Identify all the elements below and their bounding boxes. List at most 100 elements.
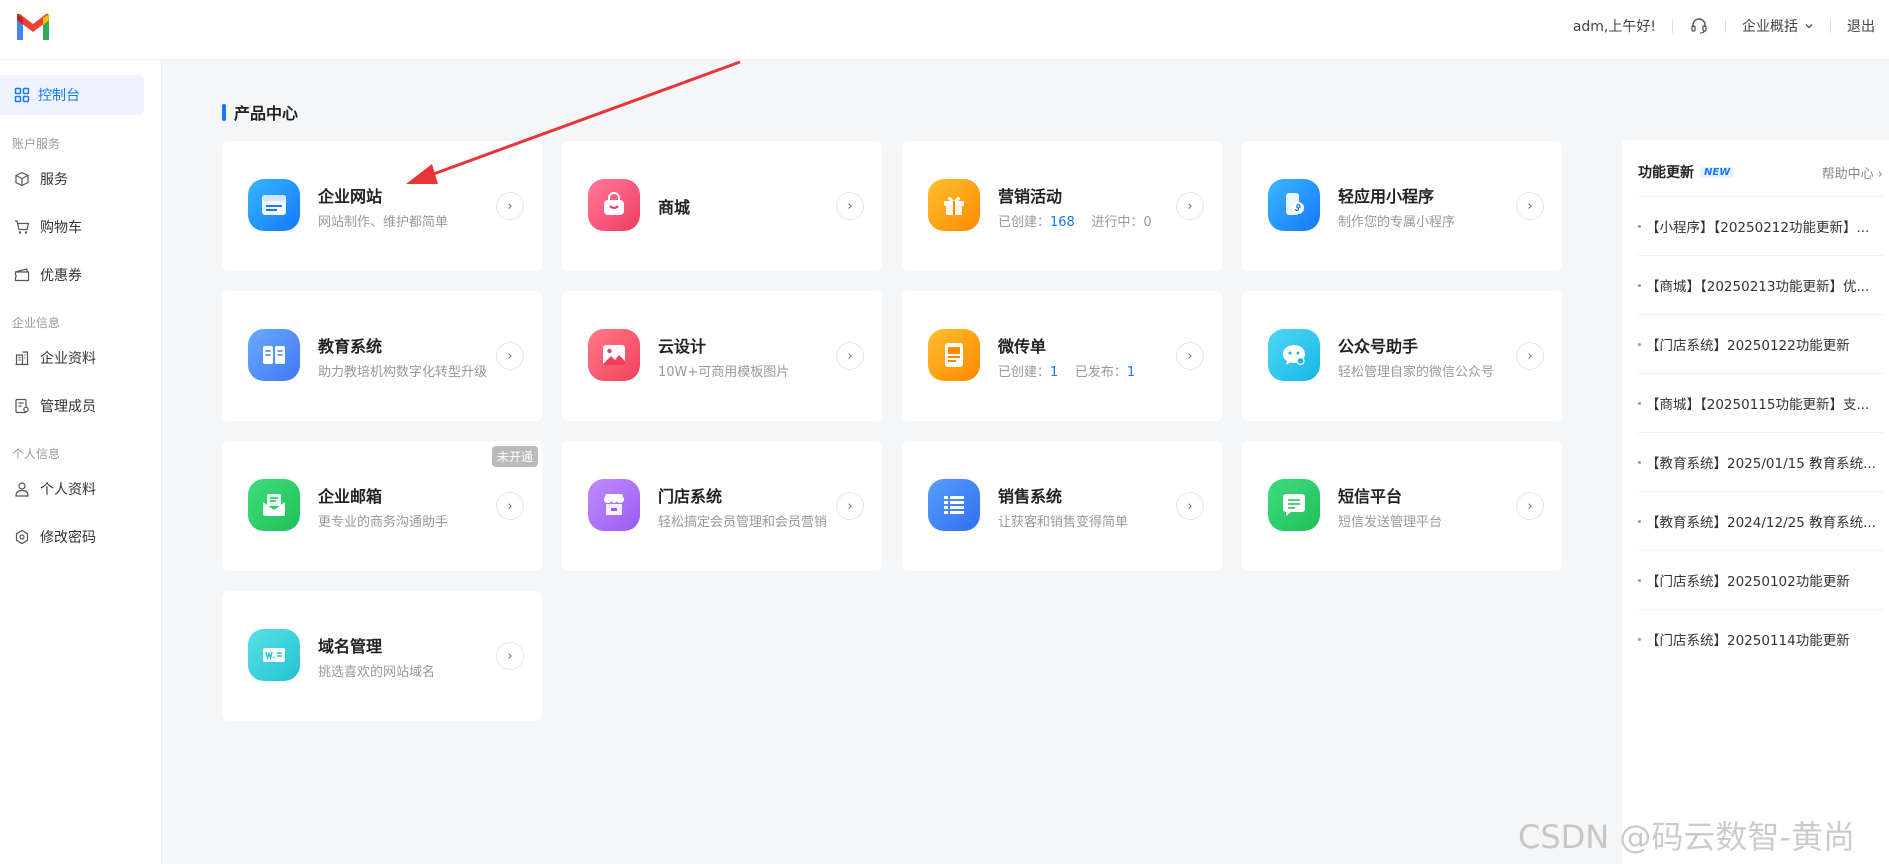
wechat-chat-icon [1268,329,1320,381]
product-card-mall[interactable]: 商城 › [562,141,882,271]
sidebar-item-service[interactable]: 服务 [0,162,144,196]
card-title: 营销活动 [998,187,1063,206]
chevron-right-icon[interactable]: › [1516,492,1544,520]
sidebar-group-enterprise: 企业信息 [12,316,61,330]
published-count: 1 [1126,365,1136,380]
gmail-logo[interactable] [14,12,52,42]
mini-program-icon [1268,179,1320,231]
bullet [1638,342,1641,346]
product-card-website[interactable]: 企业网站 网站制作、维护都简单 › [222,141,542,271]
chevron-down-icon [1805,24,1813,29]
chevron-right-icon[interactable]: › [836,192,864,220]
sidebar-item-change-password[interactable]: 修改密码 [0,520,144,554]
sidebar-item-enterprise-info[interactable]: 企业资料 [0,341,144,375]
list-icon [928,479,980,531]
update-text: 【门店系统】20250114功能更新 [1646,633,1850,649]
sidebar-item-label: 服务 [40,172,68,188]
headset-icon[interactable] [1689,16,1709,36]
chevron-right-icon[interactable]: › [836,342,864,370]
logout-link[interactable]: 退出 [1847,16,1875,36]
update-item[interactable]: 【商城】【20250115功能更新】支... [1638,373,1883,432]
chevron-right-icon[interactable]: › [1176,492,1204,520]
title-accent-bar [222,103,226,121]
sidebar-item-profile[interactable]: 个人资料 [0,472,144,506]
sidebar-item-console[interactable]: 控制台 [0,75,144,115]
update-item[interactable]: 【门店系统】20250122功能更新 [1638,314,1883,373]
card-desc: 制作您的专属小程序 [1338,215,1456,230]
chevron-right-icon[interactable]: › [496,192,524,220]
sidebar-item-label: 控制台 [38,88,80,104]
chevron-right-icon[interactable]: › [496,642,524,670]
store-icon [588,479,640,531]
help-center-link[interactable]: 帮助中心 › [1822,163,1883,182]
chevron-right-icon[interactable]: › [1516,342,1544,370]
product-card-education[interactable]: 教育系统 助力教培机构数字化转型升级 › [222,291,542,421]
bullet [1638,578,1641,582]
update-text: 【商城】【20250213功能更新】优... [1646,279,1870,295]
card-desc: 网站制作、维护都简单 [318,215,449,230]
sidebar-item-label: 修改密码 [40,530,96,546]
card-title: 门店系统 [658,487,723,506]
update-text: 【教育系统】2025/01/15 教育系统... [1646,456,1876,472]
members-icon [15,398,29,414]
product-card-store[interactable]: 门店系统 轻松搞定会员管理和会员营销 › [562,441,882,571]
chevron-right-icon[interactable]: › [1176,342,1204,370]
update-item[interactable]: 【教育系统】2025/01/15 教育系统... [1638,432,1883,491]
product-card-wechat-assistant[interactable]: 公众号助手 轻松管理自家的微信公众号 › [1242,291,1562,421]
chevron-right-icon[interactable]: › [496,492,524,520]
sidebar-group-account: 账户服务 [12,137,61,151]
product-card-flyer[interactable]: 微传单 已创建：1 已发布：1 › [902,291,1222,421]
mail-icon [248,479,300,531]
lock-settings-icon [15,529,29,545]
enterprise-menu[interactable]: 企业概括 [1742,16,1814,36]
card-title: 销售系统 [998,487,1063,506]
coupon-icon [14,268,30,282]
product-card-domain[interactable]: 域名管理 挑选喜欢的网站域名 › [222,591,542,721]
book-icon [248,329,300,381]
card-desc: 已创建：1 已发布：1 [998,361,1135,380]
card-desc: 短信发送管理平台 [1338,515,1443,530]
created-count: 1 [1050,365,1059,380]
updates-header: 功能更新 NEW 帮助中心 › [1638,162,1883,182]
update-text: 【门店系统】20250102功能更新 [1646,574,1850,590]
sidebar-item-cart[interactable]: 购物车 [0,210,144,244]
card-desc: 更专业的商务沟通助手 [318,515,449,530]
update-item[interactable]: 【教育系统】2024/12/25 教育系统... [1638,491,1883,550]
card-title: 公众号助手 [1338,337,1419,356]
sidebar-item-label: 优惠券 [40,268,82,284]
in-progress-label: 进行中： [1091,215,1144,230]
update-text: 【门店系统】20250122功能更新 [1646,338,1850,354]
chevron-right-icon[interactable]: › [1516,192,1544,220]
product-card-sms[interactable]: 短信平台 短信发送管理平台 › [1242,441,1562,571]
sidebar-item-members[interactable]: 管理成员 [0,389,144,423]
bullet [1638,637,1641,641]
update-item[interactable]: 【小程序】【20250212功能更新】... [1638,196,1883,255]
updates-title-text: 功能更新 [1638,165,1694,181]
bullet [1638,519,1641,523]
bullet [1638,283,1641,287]
update-item[interactable]: 【门店系统】20250102功能更新 [1638,550,1883,609]
update-item[interactable]: 【商城】【20250213功能更新】优... [1638,255,1883,314]
product-card-marketing[interactable]: 营销活动 已创建：168 进行中：0 › [902,141,1222,271]
card-title: 企业网站 [318,187,383,206]
card-desc: 已创建：168 进行中：0 [998,211,1152,230]
card-title: 云设计 [658,337,707,356]
sidebar-item-coupon[interactable]: 优惠券 [0,258,144,292]
chevron-right-icon[interactable]: › [1176,192,1204,220]
product-card-mini-program[interactable]: 轻应用小程序 制作您的专属小程序 › [1242,141,1562,271]
product-card-email[interactable]: 企业邮箱 更专业的商务沟通助手 未开通 › [222,441,542,571]
product-card-sales[interactable]: 销售系统 让获客和销售变得简单 › [902,441,1222,571]
chevron-right-icon[interactable]: › [836,492,864,520]
card-title: 域名管理 [318,637,383,656]
section-title-text: 产品中心 [234,104,299,123]
product-card-cloud-design[interactable]: 云设计 10W+可商用模板图片 › [562,291,882,421]
created-label: 已创建： [998,215,1051,230]
watermark: CSDN @码云数智-黄尚 [1518,818,1855,856]
update-item[interactable]: 【门店系统】20250114功能更新 [1638,609,1883,668]
gift-icon [928,179,980,231]
sidebar-item-label: 企业资料 [40,351,96,367]
shopping-bag-icon [588,179,640,231]
chevron-right-icon[interactable]: › [496,342,524,370]
new-badge: NEW [1700,166,1735,178]
dashboard-grid-icon [14,87,30,103]
